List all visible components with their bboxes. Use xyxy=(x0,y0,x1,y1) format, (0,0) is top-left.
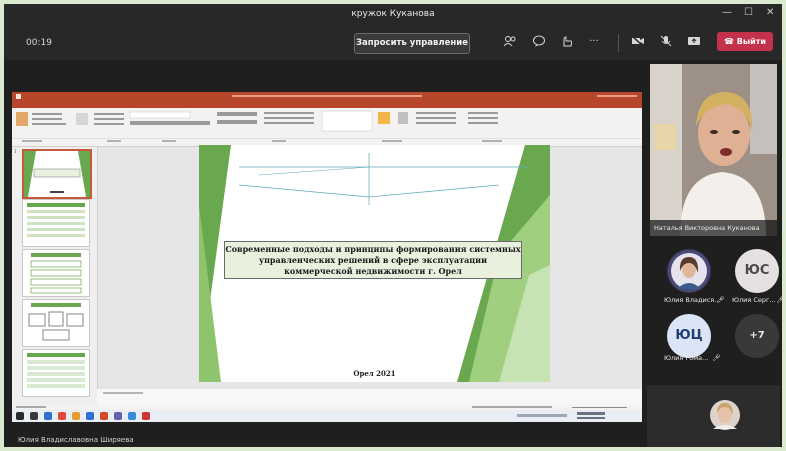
powerpoint-ribbon xyxy=(12,108,642,147)
minimize-button[interactable]: — xyxy=(722,7,732,18)
slide-footer: Орел 2021 xyxy=(353,369,396,378)
maximize-button[interactable]: ☐ xyxy=(744,7,753,18)
mic-off-icon: 🎤︎ xyxy=(716,296,725,304)
camera-off-icon[interactable] xyxy=(630,35,646,49)
windows-taskbar xyxy=(12,410,642,422)
app-icon[interactable] xyxy=(86,412,94,420)
search-icon[interactable] xyxy=(30,412,38,420)
chrome-icon[interactable] xyxy=(72,412,80,420)
close-window-button[interactable]: ✕ xyxy=(766,7,774,18)
start-icon[interactable] xyxy=(16,412,24,420)
request-control-button[interactable]: Запросить управление xyxy=(354,33,470,54)
slide-thumbnail[interactable] xyxy=(22,249,90,297)
participant-name: Юлия Рома... xyxy=(664,354,709,362)
teams-icon[interactable] xyxy=(114,412,122,420)
presenter-video[interactable]: Наталья Викторовна Куканова xyxy=(650,64,777,236)
microphone-off-icon[interactable] xyxy=(658,35,674,49)
more-participants-button[interactable]: +7 xyxy=(735,314,779,358)
notes-pane[interactable] xyxy=(97,389,642,405)
app-icon[interactable] xyxy=(142,412,150,420)
chat-icon[interactable] xyxy=(531,35,547,49)
leave-button[interactable]: ☎ Выйти xyxy=(717,32,773,51)
participant-name: Юлия Владися... xyxy=(664,296,721,304)
browser-icon[interactable] xyxy=(58,412,66,420)
participant-name: Юлия Серг... xyxy=(732,296,776,304)
mic-off-icon: 🎤︎ xyxy=(776,296,782,304)
slide-title: Современные подходы и принципы формирова… xyxy=(224,241,522,279)
more-options-button[interactable]: ··· xyxy=(586,35,602,49)
shared-screen: 1 Современные подходы и принципы формиро… xyxy=(12,92,642,422)
participant-avatar[interactable]: ЮЦ xyxy=(667,314,711,358)
powerpoint-titlebar xyxy=(12,92,642,101)
slide-thumbnail[interactable] xyxy=(22,149,92,199)
teams-meeting-window: кружок Куканова — ☐ ✕ 00:19 Запросить уп… xyxy=(4,4,782,447)
meeting-toolbar: кружок Куканова — ☐ ✕ 00:19 Запросить уп… xyxy=(4,4,782,60)
self-view-tile[interactable] xyxy=(647,385,780,447)
toolbar-divider xyxy=(618,34,619,52)
thumb-number: 1 xyxy=(14,149,17,154)
participant-avatar[interactable]: ЮС xyxy=(735,249,779,293)
participants-icon[interactable] xyxy=(502,35,518,49)
powerpoint-workspace: 1 Современные подходы и принципы формиро… xyxy=(12,145,642,405)
meeting-title: кружок Куканова xyxy=(351,9,435,19)
presenter-name: Наталья Викторовна Куканова xyxy=(650,220,777,236)
mic-off-icon: 🎤︎ xyxy=(712,354,721,362)
self-name: Юлия Владиславовна Ширяева xyxy=(18,436,134,444)
share-screen-icon[interactable] xyxy=(686,35,702,49)
powerpoint-tabs xyxy=(12,101,642,116)
leave-label: Выйти xyxy=(736,37,766,46)
app-icon[interactable] xyxy=(128,412,136,420)
current-slide: Современные подходы и принципы формирова… xyxy=(199,145,550,382)
edge-icon[interactable] xyxy=(44,412,52,420)
powerpoint-icon[interactable] xyxy=(100,412,108,420)
reactions-icon[interactable] xyxy=(559,35,575,49)
slide-thumbnails: 1 xyxy=(12,147,98,405)
hang-up-icon: ☎ xyxy=(724,37,737,46)
participant-avatar-photo[interactable] xyxy=(667,249,711,293)
slide-thumbnail[interactable] xyxy=(22,299,90,347)
slide-thumbnail[interactable] xyxy=(22,199,90,247)
slide-thumbnail[interactable] xyxy=(22,349,90,397)
meeting-timer: 00:19 xyxy=(26,38,52,48)
